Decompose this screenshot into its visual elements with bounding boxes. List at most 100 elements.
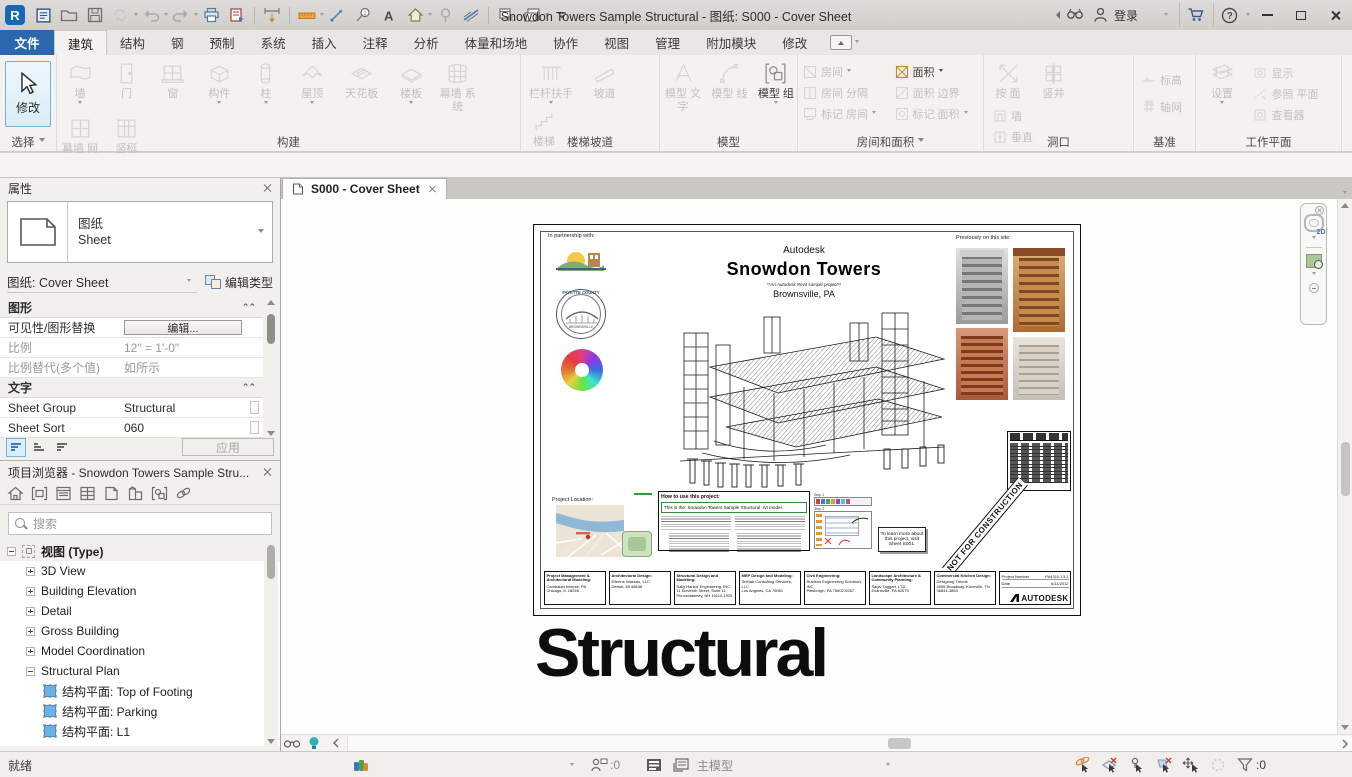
zoom-region-icon[interactable] [1306, 254, 1322, 268]
tab-analyze[interactable]: 分析 [401, 30, 452, 55]
model-line-button[interactable]: 模型 线 [708, 58, 750, 101]
close-hidden-windows-icon[interactable] [225, 3, 249, 27]
home-icon[interactable] [31, 3, 55, 27]
sort-default-button[interactable] [6, 438, 26, 457]
reference-plane-button[interactable]: 参照 平面 [1248, 83, 1318, 104]
tab-structure[interactable]: 结构 [107, 30, 158, 55]
vertical-scrollbar[interactable] [1337, 199, 1352, 734]
browser-sheets-icon[interactable] [103, 486, 120, 501]
room-separator-button[interactable]: 房间 分隔 [798, 82, 890, 103]
tree-item-plan-l1[interactable]: 结构平面: L1 [0, 721, 280, 741]
browser-families-icon[interactable] [127, 486, 144, 501]
sync-icon[interactable] [109, 3, 133, 27]
worksets-icon[interactable] [645, 752, 663, 777]
area-boundary-button[interactable]: 面积 边界 [890, 82, 984, 103]
type-selector[interactable]: 图纸Sheet [7, 201, 273, 263]
measure-icon[interactable] [295, 3, 319, 27]
scroll-left-icon[interactable] [325, 735, 347, 751]
select-by-face-icon[interactable] [1155, 757, 1173, 773]
railing-button[interactable]: 栏杆扶手 [523, 58, 579, 106]
room-button[interactable]: 房间 [798, 61, 890, 82]
modify-button[interactable]: 修改 [5, 61, 51, 127]
tree-item-structural-plan[interactable]: Structural Plan [0, 661, 280, 681]
apply-button[interactable]: 应用 [182, 438, 274, 456]
app-store-cart-icon[interactable] [1179, 3, 1211, 27]
associate-param-box[interactable] [250, 421, 259, 434]
tab-close-icon[interactable] [427, 185, 436, 194]
search-icon[interactable] [1063, 3, 1087, 27]
worksharing-icon[interactable] [352, 752, 369, 777]
floor-button[interactable]: 楼板 [390, 58, 432, 106]
ceiling-button[interactable]: 天花板 [338, 58, 386, 101]
ribbon-display-toggle[interactable] [830, 30, 859, 55]
properties-scrollbar[interactable] [264, 298, 278, 438]
select-links-icon[interactable] [1074, 757, 1092, 773]
wall-button[interactable]: 墙 [59, 58, 101, 106]
grid-button[interactable]: 轴网 [1137, 96, 1195, 117]
tab-modify[interactable]: 修改 [769, 30, 820, 55]
tab-steel[interactable]: 钢 [158, 30, 197, 55]
print-icon[interactable] [199, 3, 223, 27]
tree-item-3d-view[interactable]: 3D View [0, 561, 280, 581]
user-icon[interactable] [1089, 3, 1113, 27]
component-button[interactable]: 构件 [198, 58, 240, 106]
tab-collaborate[interactable]: 协作 [540, 30, 591, 55]
expand-icon[interactable] [26, 567, 35, 576]
tree-item-plan-parking[interactable]: 结构平面: Parking [0, 701, 280, 721]
scale-icon[interactable] [281, 735, 303, 751]
worksharing-caret[interactable] [570, 752, 574, 777]
drag-on-selection-icon[interactable] [1182, 757, 1200, 773]
browser-scrollbar[interactable] [264, 541, 278, 746]
tree-item-plan-top-of-footing[interactable]: 结构平面: Top of Footing [0, 681, 280, 701]
panel-label-room-area[interactable]: 房间和面积 [798, 132, 983, 151]
tab-systems[interactable]: 系统 [248, 30, 299, 55]
expand-icon[interactable] [26, 607, 35, 616]
properties-close-icon[interactable] [262, 183, 272, 193]
window-button[interactable]: 窗 [152, 58, 194, 101]
section-graphics[interactable]: 图形⌃⌃ [0, 298, 263, 318]
sync-caret[interactable] [134, 13, 138, 18]
navbar-minimize-icon[interactable] [1309, 283, 1319, 293]
visibility-edit-button[interactable]: 编辑... [122, 320, 263, 335]
panel-label-select[interactable]: 选择 [0, 132, 56, 151]
show-workplane-button[interactable]: 显示 [1248, 62, 1318, 83]
tag-icon[interactable]: 1 [351, 3, 375, 27]
tag-room-button[interactable]: 标记 房间 [798, 103, 890, 124]
active-design-option[interactable]: 主模型 [697, 752, 733, 777]
tab-file[interactable]: 文件 [0, 30, 54, 55]
text-icon[interactable]: A [377, 3, 401, 27]
browser-links-icon[interactable] [175, 486, 192, 501]
tab-insert[interactable]: 插入 [299, 30, 350, 55]
horizontal-scrollbar[interactable] [347, 736, 1352, 751]
redo-icon[interactable] [169, 3, 193, 27]
column-button[interactable]: 柱 [245, 58, 287, 106]
expand-icon[interactable] [26, 627, 35, 636]
tab-view[interactable]: 视图 [591, 30, 642, 55]
maximize-button[interactable] [1284, 0, 1318, 30]
tab-massing-site[interactable]: 体量和场地 [452, 30, 541, 55]
sheet-view[interactable]: In partnership with: FAYETTE COUNTY [281, 199, 1337, 734]
sheet-sort-value[interactable]: 060 [122, 421, 250, 435]
set-workplane-button[interactable]: 设置 [1200, 58, 1244, 106]
aligned-dimension-icon[interactable] [260, 3, 284, 27]
opening-by-face-button[interactable]: 按 面 [988, 58, 1028, 101]
sheet-group-value[interactable]: Structural [122, 401, 250, 415]
redo-caret[interactable] [194, 13, 198, 18]
tree-item-detail[interactable]: Detail [0, 601, 280, 621]
steering-wheel-icon[interactable]: 2D [1304, 214, 1324, 232]
collapse-icon[interactable] [7, 547, 16, 556]
reveal-hidden-icon[interactable] [303, 735, 325, 751]
tag-area-button[interactable]: 标记 面积 [890, 103, 984, 124]
model-text-button[interactable]: 模型 文字 [662, 58, 704, 113]
view-tab-cover-sheet[interactable]: S000 - Cover Sheet [282, 178, 447, 199]
search-box[interactable] [8, 512, 272, 535]
collapse-icon[interactable] [26, 667, 35, 676]
type-selector-caret[interactable] [258, 229, 264, 236]
revit-logo[interactable]: R [5, 5, 25, 25]
tree-item-building-elevation[interactable]: Building Elevation [0, 581, 280, 601]
section-text[interactable]: 文字⌃⌃ [0, 378, 263, 398]
tab-precast[interactable]: 预制 [197, 30, 248, 55]
shaft-opening-button[interactable]: 竖井 [1032, 58, 1074, 101]
background-processes-icon[interactable] [1209, 757, 1227, 773]
expand-icon[interactable] [26, 587, 35, 596]
